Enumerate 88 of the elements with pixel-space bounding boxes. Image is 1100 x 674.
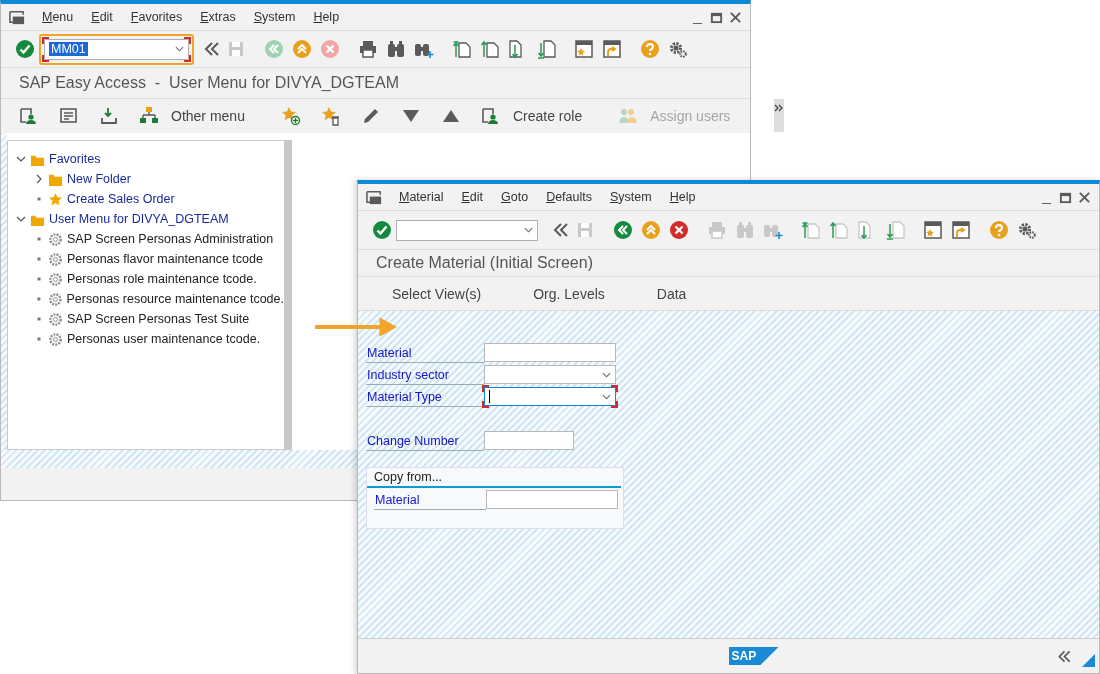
tree-item[interactable]: New Folder	[67, 172, 131, 186]
command-field[interactable]	[396, 219, 538, 241]
menu-item[interactable]: Edit	[461, 190, 483, 204]
menu-item[interactable]: Favorites	[130, 10, 183, 24]
dropdown-caret-icon	[175, 46, 184, 52]
star-plus-icon[interactable]	[280, 105, 301, 126]
more-button[interactable]	[774, 99, 785, 132]
tree-item[interactable]: Favorites	[49, 152, 101, 166]
menu-item[interactable]: Menu	[42, 10, 74, 24]
last-page-icon[interactable]	[885, 220, 905, 240]
double-chevron-icon[interactable]	[1056, 648, 1073, 665]
dropdown-field[interactable]	[484, 387, 616, 406]
system-menu-icon[interactable]	[9, 8, 26, 26]
menu-item[interactable]: Extras	[200, 10, 236, 24]
close-icon[interactable]	[1078, 190, 1091, 204]
tree-item[interactable]: SAP Screen Personas Test Suite	[67, 312, 250, 326]
close-icon[interactable]	[729, 10, 742, 24]
toolbar-button[interactable]: Data	[646, 285, 729, 302]
enter-icon[interactable]	[372, 220, 392, 240]
panel-title: Copy from...	[367, 468, 621, 488]
tree-item[interactable]: Create Sales Order	[67, 192, 175, 206]
tree-item[interactable]: Personas role maintenance tcode.	[67, 272, 257, 286]
gear-icon	[48, 271, 63, 287]
new-window-icon[interactable]	[923, 220, 943, 240]
dropdown-caret-icon	[602, 371, 611, 378]
screen-title: SAP Easy Access - User Menu for DIVYA_DGTEAM	[1, 68, 750, 99]
last-page-icon[interactable]	[536, 39, 556, 59]
toolbar-button[interactable]: Create role	[512, 107, 611, 124]
shortcut-icon[interactable]	[951, 220, 971, 240]
gear-icon	[48, 311, 63, 327]
enter-icon[interactable]	[15, 39, 35, 59]
tree-item[interactable]: Personas resource maintenance tcode.	[66, 292, 284, 306]
previous-page-icon[interactable]	[480, 39, 500, 59]
toolbar-button[interactable]: Other menu	[171, 107, 273, 124]
expand-icon[interactable]	[16, 214, 26, 224]
arrow-icon	[315, 317, 397, 337]
menu-item[interactable]: Goto	[501, 190, 529, 204]
gear-icon	[47, 291, 63, 307]
star-icon	[48, 191, 63, 207]
printer-icon[interactable]	[358, 39, 378, 59]
dropdown-field[interactable]	[484, 365, 616, 384]
download-icon[interactable]	[99, 105, 119, 126]
dropdown-caret-icon	[524, 227, 533, 233]
tree-item[interactable]: SAP Screen Personas Administration	[67, 232, 274, 246]
menu-item[interactable]: Edit	[91, 10, 113, 24]
user-document-icon[interactable]	[480, 105, 501, 126]
double-chevron-icon	[774, 103, 785, 113]
settings-icon[interactable]	[668, 39, 688, 59]
tree-item[interactable]: User Menu for DIVYA_DGTEAM	[49, 212, 229, 226]
new-window-icon[interactable]	[574, 39, 594, 59]
dropdown-caret-icon	[602, 393, 611, 400]
gear-icon	[48, 231, 63, 247]
toolbar-button[interactable]: Org. Levels	[523, 285, 647, 302]
menu-item[interactable]: Material	[399, 190, 444, 204]
input-field[interactable]	[484, 343, 616, 362]
user-document-icon[interactable]	[19, 105, 39, 126]
first-page-icon[interactable]	[801, 220, 821, 240]
gear-icon	[48, 251, 63, 267]
toolbar-button[interactable]: Select View(s)	[382, 285, 524, 302]
menu-item[interactable]: Help	[669, 190, 696, 204]
menu-item[interactable]: Defaults	[546, 190, 592, 204]
menu-item[interactable]: System	[610, 190, 652, 204]
expand-icon[interactable]	[16, 154, 26, 164]
tree-item[interactable]: Personas user maintenance tcode.	[67, 332, 261, 346]
menu-item[interactable]: System	[253, 10, 296, 24]
tree-item[interactable]: Personas flavor maintenance tcode	[67, 252, 263, 266]
menu-icon[interactable]	[59, 105, 79, 126]
maximize-icon[interactable]	[710, 10, 723, 24]
menu-item[interactable]: Help	[313, 10, 340, 24]
gear-icon	[48, 331, 63, 347]
hierarchy-icon[interactable]	[139, 105, 159, 126]
back-icon[interactable]	[613, 220, 633, 240]
shortcut-icon[interactable]	[602, 39, 622, 59]
command-field[interactable]: MM01	[44, 38, 189, 60]
maximize-icon[interactable]	[1059, 190, 1072, 204]
expand-icon[interactable]	[34, 174, 44, 184]
screen-title: Create Material (Initial Screen)	[358, 250, 1099, 277]
binoculars-icon[interactable]	[386, 39, 406, 59]
previous-page-icon[interactable]	[829, 220, 849, 240]
star-delete-icon[interactable]	[320, 105, 341, 126]
settings-icon[interactable]	[1017, 220, 1037, 240]
first-page-icon[interactable]	[452, 39, 472, 59]
logo: SAP	[728, 647, 779, 665]
input-field[interactable]	[484, 431, 574, 450]
cancel-icon[interactable]	[669, 220, 689, 240]
resize-grip-icon[interactable]	[1082, 654, 1095, 667]
system-menu-icon[interactable]	[366, 188, 383, 206]
input-field[interactable]	[486, 490, 618, 509]
